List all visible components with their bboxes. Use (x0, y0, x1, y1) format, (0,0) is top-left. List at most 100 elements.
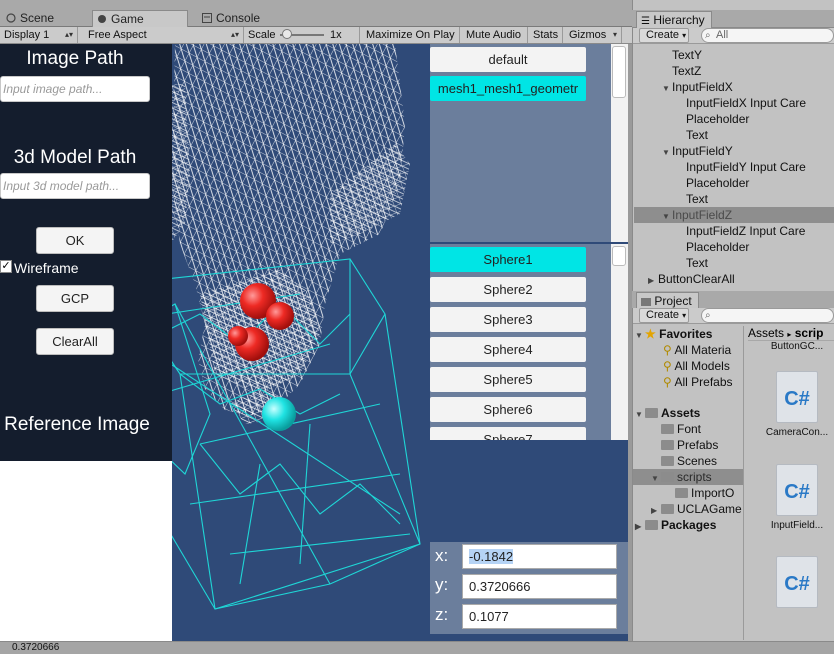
folder-icon (661, 472, 674, 482)
mesh-list-scroll-thumb[interactable] (612, 46, 626, 98)
y-input[interactable]: 0.3720666 (462, 574, 617, 599)
hierarchy-item[interactable]: ▼ InputFieldX (634, 79, 834, 95)
expand-arrow-icon[interactable]: ▶ (648, 273, 658, 287)
project-create-button[interactable]: Create ▾ (639, 308, 689, 323)
game-toolbar: Display 1 ▴▾ Free Aspect ▴▾ Scale 1x Max… (0, 27, 632, 44)
clearall-button[interactable]: ClearAll (36, 328, 114, 355)
folder-item[interactable]: Font (661, 421, 701, 437)
sphere-list-item[interactable]: Sphere4 (430, 337, 586, 362)
folder-label: Prefabs (677, 438, 719, 452)
project-header: Project (632, 291, 834, 309)
tab-scene[interactable]: Scene (2, 10, 90, 27)
hierarchy-item-selected[interactable]: ▼ InputFieldZ (634, 207, 834, 223)
game-view[interactable]: Image Path Input image path... 3d Model … (0, 44, 628, 641)
selected-sphere[interactable] (262, 397, 296, 431)
folder-icon (661, 456, 674, 466)
hierarchy-icon: ☰ (641, 16, 650, 27)
favorite-label: All Models (674, 359, 730, 373)
red-sphere[interactable] (228, 326, 248, 346)
folder-item[interactable]: Scenes (661, 453, 717, 469)
expand-arrow-icon: ▼ (635, 331, 643, 340)
asset-item[interactable]: C# CameraCon... (760, 371, 834, 438)
wireframe-checkbox[interactable]: ✓ (0, 260, 12, 273)
hierarchy-item[interactable]: ▶ ButtonClearAll (634, 271, 834, 287)
sphere-list-scrollbar[interactable] (611, 244, 628, 440)
mute-audio-toggle[interactable]: Mute Audio (462, 27, 528, 43)
favorite-item[interactable]: ⚲ All Models (663, 358, 730, 374)
mesh-list[interactable]: default mesh1_mesh1_geometr (430, 44, 628, 242)
folder-item[interactable]: ImportO (675, 485, 734, 501)
hierarchy-item[interactable]: TextZ (634, 63, 834, 79)
tab-console[interactable]: Console (198, 10, 308, 27)
sphere-list-item[interactable]: Sphere3 (430, 307, 586, 332)
sphere-list-item[interactable]: Sphere5 (430, 367, 586, 392)
breadcrumb: Assets ▸ scrip (748, 326, 834, 341)
favorite-item[interactable]: ⚲ All Prefabs (663, 374, 733, 390)
hierarchy-item[interactable]: TextY (634, 47, 834, 63)
hierarchy-item[interactable]: Placeholder (634, 175, 834, 191)
hierarchy-item-label: Placeholder (686, 176, 750, 190)
hierarchy-item-label: InputFieldY (672, 144, 733, 158)
asset-item[interactable]: C# InputField... (760, 464, 834, 531)
mesh-list-item[interactable]: default (430, 47, 586, 72)
hierarchy-header: ☰ Hierarchy (632, 10, 834, 28)
aspect-dropdown[interactable]: Free Aspect ▴▾ (84, 27, 244, 43)
red-sphere[interactable] (266, 302, 294, 330)
favorites-label: Favorites (659, 327, 713, 341)
breadcrumb-assets[interactable]: Assets (748, 326, 784, 340)
stats-toggle[interactable]: Stats (529, 27, 563, 43)
ok-button[interactable]: OK (36, 227, 114, 254)
mesh-list-item-selected[interactable]: mesh1_mesh1_geometr (430, 76, 586, 101)
tab-project[interactable]: Project (636, 292, 699, 309)
sphere-list-item[interactable]: Sphere2 (430, 277, 586, 302)
folder-item[interactable]: Prefabs (661, 437, 718, 453)
maximize-on-play-toggle[interactable]: Maximize On Play (362, 27, 460, 43)
scale-slider-handle[interactable] (282, 29, 292, 39)
project-search-input[interactable]: ⌕ (701, 308, 834, 323)
hierarchy-item[interactable]: ▼ InputFieldY (634, 143, 834, 159)
x-input[interactable]: -0.1842 (462, 544, 617, 569)
hierarchy-tree[interactable]: TextY TextZ ▼ InputFieldX InputFieldX Input … (634, 47, 834, 287)
tab-hierarchy[interactable]: ☰ Hierarchy (636, 11, 712, 28)
display-dropdown[interactable]: Display 1 ▴▾ (0, 27, 78, 43)
assets-row[interactable]: ▼ Assets (635, 405, 700, 421)
breadcrumb-scripts[interactable]: scrip (795, 326, 824, 340)
hierarchy-item[interactable]: InputFieldX Input Care (634, 95, 834, 111)
z-input[interactable]: 0.1077 (462, 604, 617, 629)
folder-item[interactable]: ▶ UCLAGame (651, 501, 742, 517)
sphere-list[interactable]: Sphere1 Sphere2 Sphere3 Sphere4 Sphere5 … (430, 244, 628, 440)
tab-game[interactable]: Game (92, 10, 188, 27)
reference-image-title: Reference Image (4, 414, 150, 435)
hierarchy-item[interactable]: Text (634, 191, 834, 207)
mesh-list-scrollbar[interactable] (611, 44, 628, 242)
tab-scene-label: Scene (20, 11, 55, 25)
csharp-script-icon: C# (776, 556, 818, 608)
model-path-input[interactable]: Input 3d model path... (0, 173, 150, 199)
packages-row[interactable]: ▶ Packages (635, 517, 716, 533)
hierarchy-item-label: InputFieldZ (672, 208, 733, 222)
image-path-input[interactable]: Input image path... (0, 76, 150, 102)
z-label: z: (435, 605, 449, 624)
hierarchy-item[interactable]: Placeholder (634, 239, 834, 255)
folder-icon (675, 488, 688, 498)
gizmos-dropdown[interactable]: Gizmos ▾ (565, 27, 622, 43)
status-text: 0.3720666 (12, 642, 60, 653)
asset-item[interactable]: ButtonGC... (760, 341, 834, 352)
hierarchy-create-button[interactable]: Create ▾ (639, 28, 689, 43)
sphere-list-scroll-thumb[interactable] (612, 246, 626, 266)
favorite-item[interactable]: ⚲ All Materia (663, 342, 731, 358)
hierarchy-item[interactable]: Text (634, 255, 834, 271)
hierarchy-item[interactable]: Text (634, 127, 834, 143)
sphere-list-item-selected[interactable]: Sphere1 (430, 247, 586, 272)
hierarchy-item[interactable]: InputFieldZ Input Care (634, 223, 834, 239)
sphere-list-item[interactable]: Sphere7 (430, 427, 586, 440)
hierarchy-item[interactable]: InputFieldY Input Care (634, 159, 834, 175)
asset-item[interactable]: C# (760, 556, 834, 612)
hierarchy-item[interactable]: Placeholder (634, 111, 834, 127)
folder-item-selected[interactable]: ▼ scripts (633, 469, 743, 485)
project-folder-tree[interactable]: ▼ ★ Favorites ⚲ All Materia ⚲ All Models … (633, 326, 743, 638)
sphere-list-item[interactable]: Sphere6 (430, 397, 586, 422)
gcp-button[interactable]: GCP (36, 285, 114, 312)
favorites-row[interactable]: ▼ ★ Favorites (635, 326, 712, 342)
hierarchy-search-input[interactable]: ⌕ All (701, 28, 834, 43)
